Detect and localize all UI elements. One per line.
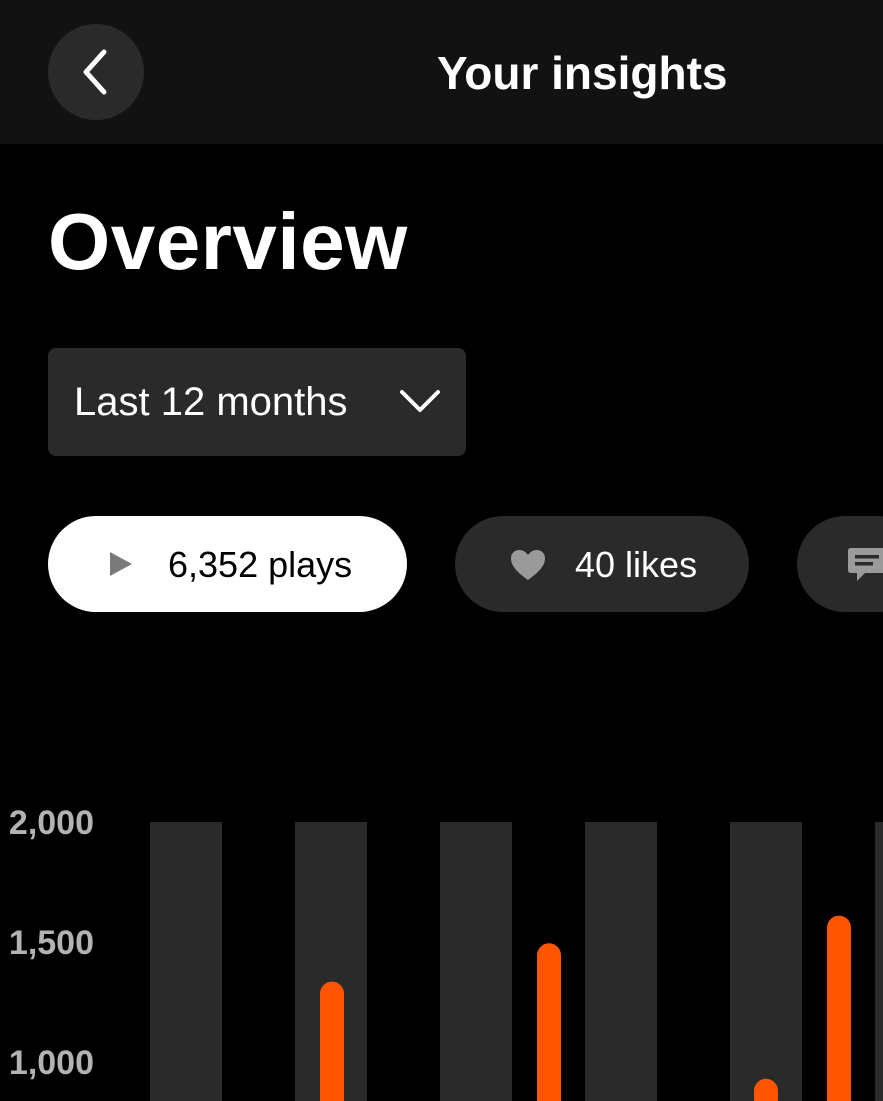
- page-title: Overview: [48, 197, 408, 286]
- period-label: Last 12 months: [74, 379, 348, 424]
- comments-filter-button[interactable]: [797, 516, 883, 612]
- likes-filter-button[interactable]: 40 likes: [455, 516, 749, 612]
- chart-bar[interactable]: [827, 915, 851, 1101]
- chart-column-band: [440, 822, 512, 1101]
- y-tick-label: 1,000: [9, 1044, 94, 1082]
- chart-bar[interactable]: [320, 981, 344, 1101]
- comment-icon: [848, 548, 883, 581]
- back-button[interactable]: [48, 24, 144, 120]
- chart-bar[interactable]: [537, 943, 561, 1101]
- plays-filter-button[interactable]: 6,352 plays: [48, 516, 407, 612]
- period-dropdown[interactable]: Last 12 months: [48, 348, 466, 456]
- plays-chart: 2,000 1,500 1,000: [9, 804, 883, 1101]
- chevron-left-icon: [83, 49, 107, 95]
- chart-column-band: [875, 822, 883, 1101]
- play-icon: [110, 552, 132, 576]
- header-title: Your insights: [437, 47, 728, 99]
- chart-column-band: [585, 822, 657, 1101]
- chevron-down-icon: [400, 390, 440, 412]
- y-tick-label: 1,500: [9, 924, 94, 962]
- top-bar: Your insights: [0, 0, 883, 144]
- plays-count: 6,352 plays: [168, 544, 353, 585]
- chart-column-band: [730, 822, 802, 1101]
- y-tick-label: 2,000: [9, 804, 94, 842]
- chart-column-band: [150, 822, 222, 1101]
- likes-count: 40 likes: [575, 544, 698, 585]
- heart-icon: [511, 550, 545, 580]
